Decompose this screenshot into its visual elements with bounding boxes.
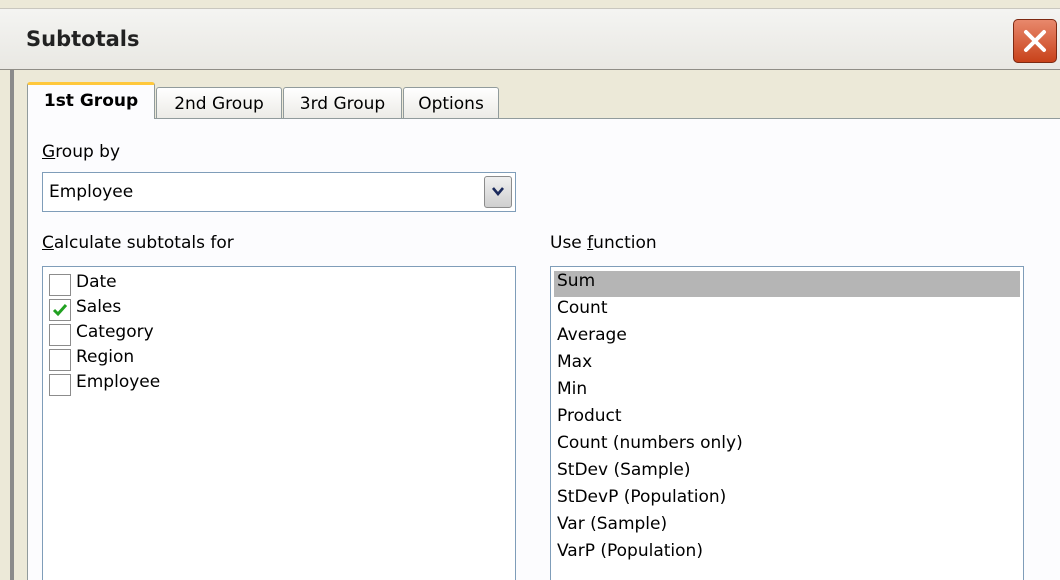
checkbox[interactable] (49, 324, 71, 346)
function-list[interactable]: Sum Count Average Max Min Product Count … (550, 266, 1024, 580)
subtotal-columns-list[interactable]: Date Sales Category Region Employee (42, 266, 516, 580)
tab-3rd-group[interactable]: 3rd Group (283, 87, 402, 118)
group-by-select[interactable]: Employee (42, 172, 516, 212)
chevron-down-icon (492, 187, 504, 196)
dialog-title: Subtotals (26, 27, 140, 51)
list-item[interactable]: Product (554, 406, 1020, 432)
close-icon (1024, 30, 1046, 52)
list-item[interactable]: StDevP (Population) (554, 487, 1020, 513)
checkbox[interactable] (49, 274, 71, 296)
group-by-value: Employee (49, 182, 134, 202)
close-button[interactable] (1013, 19, 1057, 63)
calculate-subtotals-label: Calculate subtotals for (42, 233, 234, 253)
list-item[interactable]: Count (numbers only) (554, 433, 1020, 459)
list-item[interactable]: Count (554, 298, 1020, 324)
subtotals-dialog: Subtotals 1st Group 2nd Group 3rd Group … (0, 0, 1060, 580)
checkmark-icon (52, 304, 68, 317)
list-item[interactable]: StDev (Sample) (554, 460, 1020, 486)
title-bar: Subtotals (0, 8, 1060, 70)
list-item[interactable]: Min (554, 379, 1020, 405)
tab-1st-group[interactable]: 1st Group (27, 82, 155, 119)
tab-2nd-group[interactable]: 2nd Group (156, 87, 282, 118)
group-by-label: Group by (42, 142, 121, 162)
list-item[interactable]: Sum (554, 271, 1020, 297)
list-item[interactable]: Max (554, 352, 1020, 378)
list-item[interactable]: Var (Sample) (554, 514, 1020, 540)
use-function-label: Use function (550, 233, 657, 253)
list-item[interactable]: VarP (Population) (554, 541, 1020, 567)
dropdown-button[interactable] (484, 176, 512, 208)
list-item[interactable]: Average (554, 325, 1020, 351)
checkbox[interactable] (49, 349, 71, 371)
dialog-body: 1st Group 2nd Group 3rd Group Options Gr… (14, 70, 1060, 580)
tab-options[interactable]: Options (403, 87, 499, 118)
checkbox[interactable] (49, 299, 71, 321)
checkbox[interactable] (49, 374, 71, 396)
